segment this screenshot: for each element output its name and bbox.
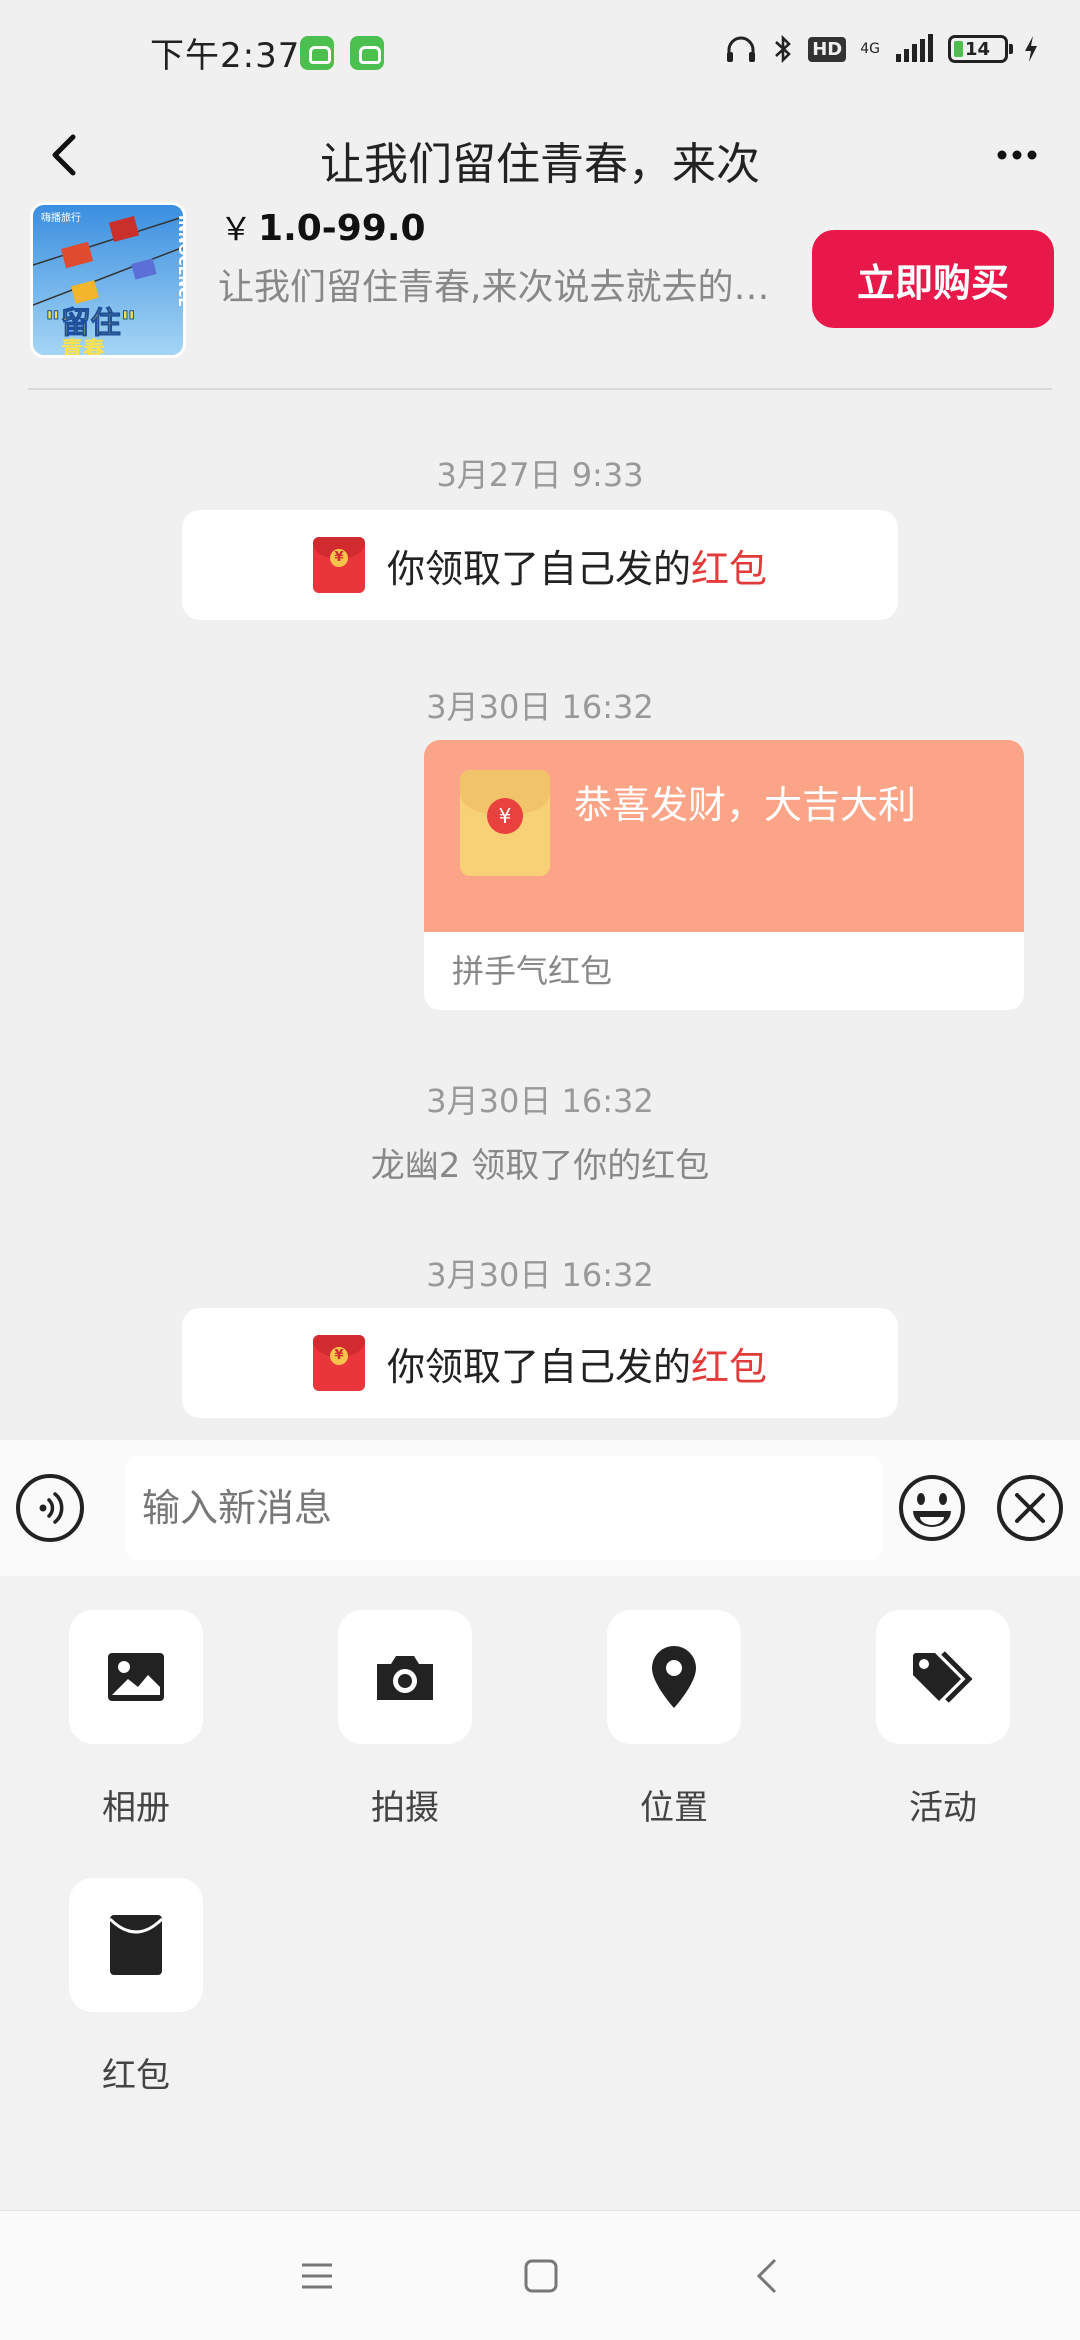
red-packet-link[interactable]: 红包: [691, 547, 767, 591]
location-pin-icon: [652, 1646, 696, 1708]
tool-label: 相册: [102, 1788, 170, 1828]
red-packet-message[interactable]: ¥ 恭喜发财，大吉大利 拼手气红包: [424, 740, 1024, 1010]
nav-back-button[interactable]: [732, 2241, 802, 2311]
emoji-button[interactable]: [898, 1474, 966, 1542]
bluetooth-icon: [775, 34, 792, 64]
system-message-card: ¥ 你领取了自己发的红包: [182, 1308, 898, 1418]
signal-icon: [896, 34, 933, 62]
cover-vertical-text: INNOCENCE: [175, 215, 186, 307]
close-circle-icon: [997, 1475, 1063, 1541]
status-bar: 下午2:37 HD 4G 14: [0, 0, 1080, 100]
voice-icon: [39, 1492, 64, 1524]
message-input-bar: [0, 1440, 1080, 1576]
page-title: 让我们留住青春，来次: [320, 139, 760, 190]
cover-sub-text: 青春: [61, 338, 105, 358]
message-timestamp: 3月27日 9:33: [436, 456, 644, 494]
voice-input-button[interactable]: [16, 1474, 84, 1542]
tool-activity[interactable]: 活动: [876, 1610, 1010, 1829]
system-notice: 龙幽2 领取了你的红包: [370, 1146, 710, 1186]
system-message-card: ¥ 你领取了自己发的红包: [182, 510, 898, 620]
tool-label: 拍摄: [371, 1788, 439, 1828]
message-timestamp: 3月30日 16:32: [426, 1256, 654, 1294]
tool-label: 活动: [909, 1788, 977, 1828]
header-divider: [28, 388, 1052, 390]
smiley-icon: [899, 1475, 965, 1541]
red-packet-icon: ¥: [312, 537, 365, 593]
headphones-icon: [727, 36, 756, 62]
status-time: 下午2:37: [150, 36, 301, 76]
cover-brand-text: 嗨播旅行: [41, 211, 81, 224]
buy-now-button[interactable]: 立即购买: [812, 230, 1054, 328]
product-card[interactable]: 嗨播旅行 INNOCENCE "留住" 青春 ￥ 1.0-99.0 让我们留住青春…: [0, 200, 1080, 390]
red-packet-icon: [108, 1915, 164, 1975]
system-message-text: 你领取了自己发的红包: [386, 1344, 768, 1389]
more-dots-icon: [997, 150, 1037, 160]
currency-symbol: ￥: [220, 210, 253, 248]
tool-album-button[interactable]: [69, 1610, 203, 1744]
message-input[interactable]: [126, 1456, 882, 1560]
battery-level: 14: [965, 38, 991, 60]
app-notification-icon: [350, 36, 384, 70]
network-type: 4G: [860, 41, 880, 57]
chevron-left-icon: [52, 134, 76, 176]
tool-red-packet[interactable]: 红包: [69, 1878, 203, 2097]
price-range: 1.0-99.0: [258, 208, 426, 249]
tool-location[interactable]: 位置: [607, 1610, 741, 1829]
red-packet-type: 拼手气红包: [452, 952, 613, 990]
status-indicators: HD 4G 14: [724, 32, 1040, 66]
battery-icon: 14: [948, 35, 1013, 63]
product-cover-image: 嗨播旅行 INNOCENCE "留住" 青春: [33, 205, 186, 358]
tool-label: 位置: [640, 1788, 708, 1828]
back-button[interactable]: [30, 120, 100, 190]
product-thumbnail[interactable]: 嗨播旅行 INNOCENCE "留住" 青春: [30, 202, 186, 358]
tool-red-packet-button[interactable]: [69, 1878, 203, 2012]
charging-icon: [1025, 36, 1037, 62]
more-options-button[interactable]: [982, 120, 1052, 190]
camera-icon: [377, 1656, 433, 1700]
tool-activity-button[interactable]: [876, 1610, 1010, 1744]
nav-menu-button[interactable]: [282, 2241, 352, 2311]
menu-icon: [302, 2263, 332, 2289]
chat-header: 让我们留住青春，来次: [0, 100, 1080, 210]
product-price: ￥ 1.0-99.0: [220, 204, 426, 250]
tool-camera[interactable]: 拍摄: [338, 1610, 472, 1829]
tool-label: 红包: [102, 2056, 170, 2096]
app-notification-icon: [300, 36, 334, 70]
nav-home-button[interactable]: [506, 2241, 576, 2311]
back-arrow-icon: [756, 2258, 777, 2294]
hd-badge: HD: [808, 36, 847, 62]
message-timestamp: 3月30日 16:32: [426, 1082, 654, 1120]
close-panel-button[interactable]: [996, 1474, 1064, 1542]
cover-main-text: "留住": [45, 306, 136, 341]
tool-location-button[interactable]: [607, 1610, 741, 1744]
red-packet-greeting: 恭喜发财，大吉大利: [574, 783, 917, 827]
system-message-text: 你领取了自己发的红包: [386, 546, 768, 591]
message-timestamp: 3月30日 16:32: [426, 688, 654, 726]
attachment-panel: 相册 拍摄 位置 活动 红包: [0, 1576, 1080, 2210]
tool-album[interactable]: 相册: [69, 1610, 203, 1829]
red-packet-icon: ¥: [312, 1335, 365, 1391]
tool-camera-button[interactable]: [338, 1610, 472, 1744]
image-icon: [108, 1653, 164, 1701]
product-description: 让我们留住青春,来次说去就去的旅行: [218, 267, 798, 308]
red-envelope-icon: ¥: [460, 770, 550, 876]
home-square-icon: [524, 2259, 558, 2293]
tags-icon: [913, 1651, 973, 1703]
red-packet-link[interactable]: 红包: [691, 1345, 767, 1389]
system-navigation-bar: [0, 2210, 1080, 2340]
